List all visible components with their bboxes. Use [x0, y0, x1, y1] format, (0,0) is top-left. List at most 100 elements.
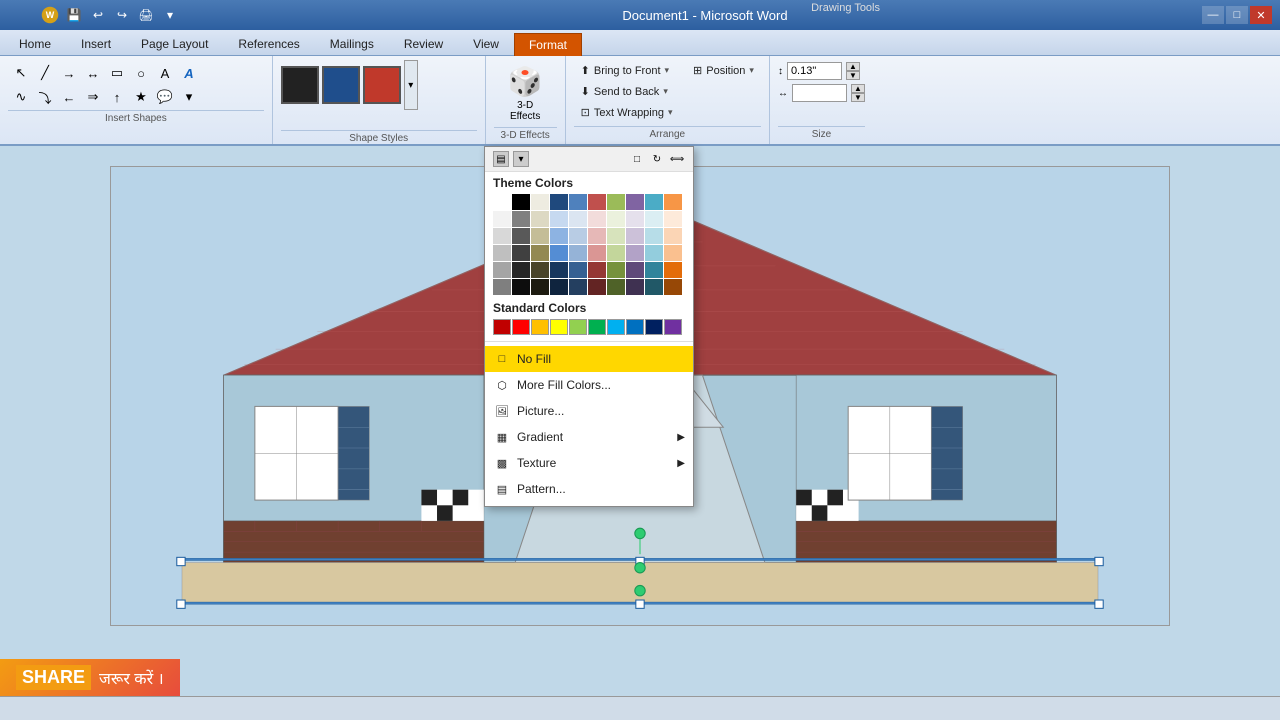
theme-color-cell[interactable]	[512, 262, 530, 278]
theme-color-cell[interactable]	[493, 211, 511, 227]
theme-color-cell[interactable]	[626, 245, 644, 261]
3d-effects-btn[interactable]: 🎲 3-D Effects	[503, 60, 548, 127]
theme-color-cell[interactable]	[626, 279, 644, 295]
theme-color-cell[interactable]	[493, 228, 511, 244]
dbl-arrow-tool[interactable]: ↔	[82, 62, 104, 84]
callout-tool[interactable]: 💬	[154, 86, 176, 108]
star-tool[interactable]: ★	[130, 86, 152, 108]
theme-color-cell[interactable]	[512, 228, 530, 244]
standard-color-cell[interactable]	[645, 319, 663, 335]
standard-color-cell[interactable]	[493, 319, 511, 335]
theme-color-cell[interactable]	[569, 279, 587, 295]
connector-tool[interactable]: ⤵	[34, 86, 56, 108]
theme-color-cell[interactable]	[550, 194, 568, 210]
arrow-tool[interactable]: →	[58, 62, 80, 84]
theme-color-cell[interactable]	[493, 194, 511, 210]
theme-color-cell[interactable]	[626, 194, 644, 210]
select-tool[interactable]: ↖	[10, 62, 32, 84]
theme-color-cell[interactable]	[588, 262, 606, 278]
cp-fill-icon[interactable]: ▤	[493, 151, 509, 167]
theme-color-cell[interactable]	[607, 194, 625, 210]
theme-color-cell[interactable]	[588, 245, 606, 261]
theme-color-cell[interactable]	[493, 245, 511, 261]
send-to-back-btn[interactable]: ⬇ Send to Back ▾	[574, 82, 675, 101]
theme-color-cell[interactable]	[607, 245, 625, 261]
theme-color-cell[interactable]	[531, 228, 549, 244]
up-arrow-tool[interactable]: ↑	[106, 86, 128, 108]
oval-tool[interactable]: ○	[130, 62, 152, 84]
theme-color-cell[interactable]	[626, 211, 644, 227]
curve-tool[interactable]: ∿	[10, 86, 32, 108]
theme-color-cell[interactable]	[664, 262, 682, 278]
theme-color-cell[interactable]	[512, 245, 530, 261]
standard-color-cell[interactable]	[569, 319, 587, 335]
standard-color-cell[interactable]	[512, 319, 530, 335]
theme-color-cell[interactable]	[493, 262, 511, 278]
theme-color-cell[interactable]	[664, 245, 682, 261]
theme-color-cell[interactable]	[550, 245, 568, 261]
text-wrapping-btn[interactable]: ⊡ Text Wrapping ▾	[574, 103, 680, 122]
more-shapes[interactable]: ▾	[178, 86, 200, 108]
save-button[interactable]: 💾	[64, 5, 84, 25]
standard-color-cell[interactable]	[626, 319, 644, 335]
theme-color-cell[interactable]	[531, 194, 549, 210]
theme-color-cell[interactable]	[588, 194, 606, 210]
bring-to-front-btn[interactable]: ⬆ Bring to Front ▾	[574, 61, 676, 80]
theme-color-cell[interactable]	[550, 279, 568, 295]
maximize-button[interactable]: □	[1226, 6, 1248, 24]
theme-color-cell[interactable]	[550, 262, 568, 278]
theme-color-cell[interactable]	[569, 228, 587, 244]
height-down[interactable]: ▼	[846, 71, 860, 80]
standard-color-cell[interactable]	[607, 319, 625, 335]
theme-color-cell[interactable]	[645, 211, 663, 227]
qat-more[interactable]: ▾	[160, 5, 180, 25]
standard-color-cell[interactable]	[664, 319, 682, 335]
width-up[interactable]: ▲	[851, 84, 865, 93]
theme-color-cell[interactable]	[645, 194, 663, 210]
tab-home[interactable]: Home	[4, 32, 66, 55]
left-arrow-tool[interactable]: ←	[58, 86, 80, 108]
theme-color-cell[interactable]	[607, 279, 625, 295]
close-button[interactable]: ✕	[1250, 6, 1272, 24]
pattern-item[interactable]: ▤ Pattern...	[485, 476, 693, 502]
theme-color-cell[interactable]	[512, 194, 530, 210]
fill-swatch-red[interactable]	[363, 66, 401, 104]
tab-view[interactable]: View	[458, 32, 514, 55]
theme-color-cell[interactable]	[550, 228, 568, 244]
redo-button[interactable]: ↪	[112, 5, 132, 25]
wordart-tool[interactable]: A	[178, 62, 200, 84]
theme-color-cell[interactable]	[550, 211, 568, 227]
theme-color-cell[interactable]	[531, 245, 549, 261]
theme-color-cell[interactable]	[569, 245, 587, 261]
right-arrow-tool[interactable]: ⇒	[82, 86, 104, 108]
theme-color-cell[interactable]	[607, 211, 625, 227]
position-btn[interactable]: ⊞ Position ▾	[686, 61, 761, 80]
theme-color-cell[interactable]	[664, 228, 682, 244]
theme-color-cell[interactable]	[664, 194, 682, 210]
theme-color-cell[interactable]	[512, 279, 530, 295]
theme-color-cell[interactable]	[664, 211, 682, 227]
tab-insert[interactable]: Insert	[66, 32, 126, 55]
theme-color-cell[interactable]	[569, 194, 587, 210]
theme-color-cell[interactable]	[531, 211, 549, 227]
width-down[interactable]: ▼	[851, 93, 865, 102]
width-input[interactable]	[792, 84, 847, 102]
minimize-button[interactable]: —	[1202, 6, 1224, 24]
theme-color-cell[interactable]	[645, 262, 663, 278]
theme-color-cell[interactable]	[664, 279, 682, 295]
line-tool[interactable]: ╱	[34, 62, 56, 84]
tab-references[interactable]: References	[223, 32, 314, 55]
width-spinner[interactable]: ▲ ▼	[851, 84, 865, 102]
theme-color-cell[interactable]	[588, 211, 606, 227]
theme-color-cell[interactable]	[569, 262, 587, 278]
theme-color-cell[interactable]	[607, 228, 625, 244]
standard-color-cell[interactable]	[531, 319, 549, 335]
shape-styles-dropdown[interactable]: ▾	[404, 60, 418, 110]
undo-button[interactable]: ↩	[88, 5, 108, 25]
theme-color-cell[interactable]	[645, 245, 663, 261]
theme-color-cell[interactable]	[531, 262, 549, 278]
standard-color-cell[interactable]	[588, 319, 606, 335]
gradient-item[interactable]: ▦ Gradient ▶	[485, 424, 693, 450]
more-colors-item[interactable]: ⬡ More Fill Colors...	[485, 372, 693, 398]
theme-color-cell[interactable]	[588, 279, 606, 295]
